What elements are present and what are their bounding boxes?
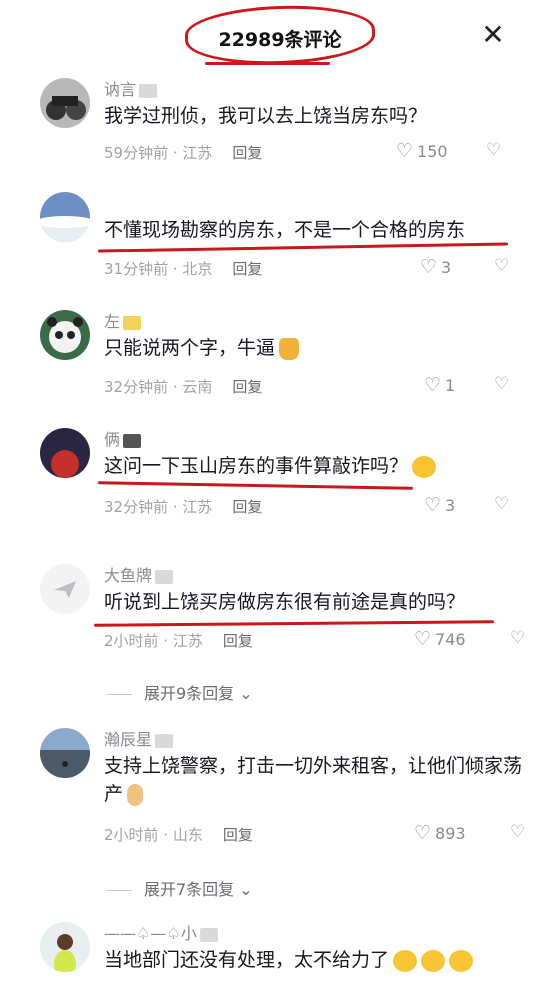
comment-text: 只能说两个字，牛逼 [104,334,524,362]
comment-text: 这问一下玉山房东的事件算敲诈吗？ [104,452,524,480]
heart-icon: ♡ [414,822,432,844]
dislike-icon[interactable]: ♡ [486,140,501,160]
like-button[interactable]: ♡ 3 [420,256,451,278]
chevron-down-icon: ⌄ [239,880,253,899]
comment-author[interactable]: 瀚辰星 [104,726,174,750]
chevron-down-icon: ⌄ [239,684,253,703]
comment-text: 不懂现场勘察的房东，不是一个合格的房东 [104,219,466,241]
annotation-underline [93,620,495,627]
like-button[interactable]: ♡ 150 [396,140,448,162]
crying-laughing-icon [449,949,474,972]
reply-button[interactable]: 回复 [232,260,262,278]
avatar[interactable] [40,428,90,478]
comment-author[interactable]: ——♤—♤小 [104,920,218,944]
comments-header: 22989条评论 ✕ [0,0,550,72]
title-annotation-underline [205,62,330,65]
dislike-icon[interactable]: ♡ [510,822,525,842]
heart-icon: ♡ [414,628,432,650]
comment-meta: 31分钟前 · 北京 回复 [104,260,263,278]
crying-laughing-icon [421,949,446,972]
like-button[interactable]: ♡ 3 [424,494,455,516]
avatar[interactable] [40,310,90,360]
comment-meta: 59分钟前 · 江苏 回复 [104,144,263,162]
crying-laughing-icon [393,949,418,972]
comment-text: 听说到上饶买房做房东很有前途是真的吗？ [104,591,466,613]
avatar[interactable] [40,728,90,778]
heart-icon: ♡ [420,256,438,278]
avatar[interactable] [40,192,90,242]
thumbs-up-icon [279,337,300,360]
comment-meta: 32分钟前 · 江苏 回复 [104,498,263,516]
avatar[interactable] [40,564,90,614]
avatar[interactable] [40,922,90,972]
comment-meta: 2小时前 · 山东 回复 [104,826,253,844]
comment-author[interactable]: 大鱼牌 [104,562,174,586]
heart-icon: ♡ [424,494,442,516]
expand-replies-button[interactable]: 展开9条回复 ⌄ [106,680,253,704]
comment-meta: 2小时前 · 江苏 回复 [104,632,253,650]
heart-icon: ♡ [396,140,414,162]
comment-text: 支持上饶警察，打击一切外来租客，让他们倾家荡产 [104,755,523,806]
dislike-icon[interactable]: ♡ [494,494,509,514]
reply-button[interactable]: 回复 [223,632,253,650]
like-button[interactable]: ♡ 893 [414,822,466,844]
comment-meta: 32分钟前 · 云南 回复 [104,378,263,396]
avatar[interactable] [40,78,90,128]
laughing-sweat-icon [412,455,437,478]
comment-count-title: 22989条评论 [218,28,342,51]
heart-icon: ♡ [424,374,442,396]
fingers-crossed-icon [127,783,144,806]
close-icon[interactable]: ✕ [478,20,508,50]
expand-replies-button[interactable]: 展开7条回复 ⌄ [106,876,253,900]
reply-button[interactable]: 回复 [223,826,253,844]
reply-button[interactable]: 回复 [232,378,262,396]
annotation-underline [97,481,414,490]
comment-text: 我学过刑侦，我可以去上饶当房东吗？ [104,105,428,127]
comment-author[interactable]: 俩 [104,426,142,450]
like-button[interactable]: ♡ 746 [414,628,466,650]
dislike-icon[interactable]: ♡ [494,256,509,276]
comment-author[interactable]: 左 [104,308,142,332]
dislike-icon[interactable]: ♡ [494,374,509,394]
comment-author[interactable]: 讷言 [104,76,158,100]
comment-text: 当地部门还没有处理，太不给力了 [104,946,524,974]
like-button[interactable]: ♡ 1 [424,374,455,396]
reply-button[interactable]: 回复 [232,144,262,162]
reply-button[interactable]: 回复 [232,498,262,516]
dislike-icon[interactable]: ♡ [510,628,525,648]
